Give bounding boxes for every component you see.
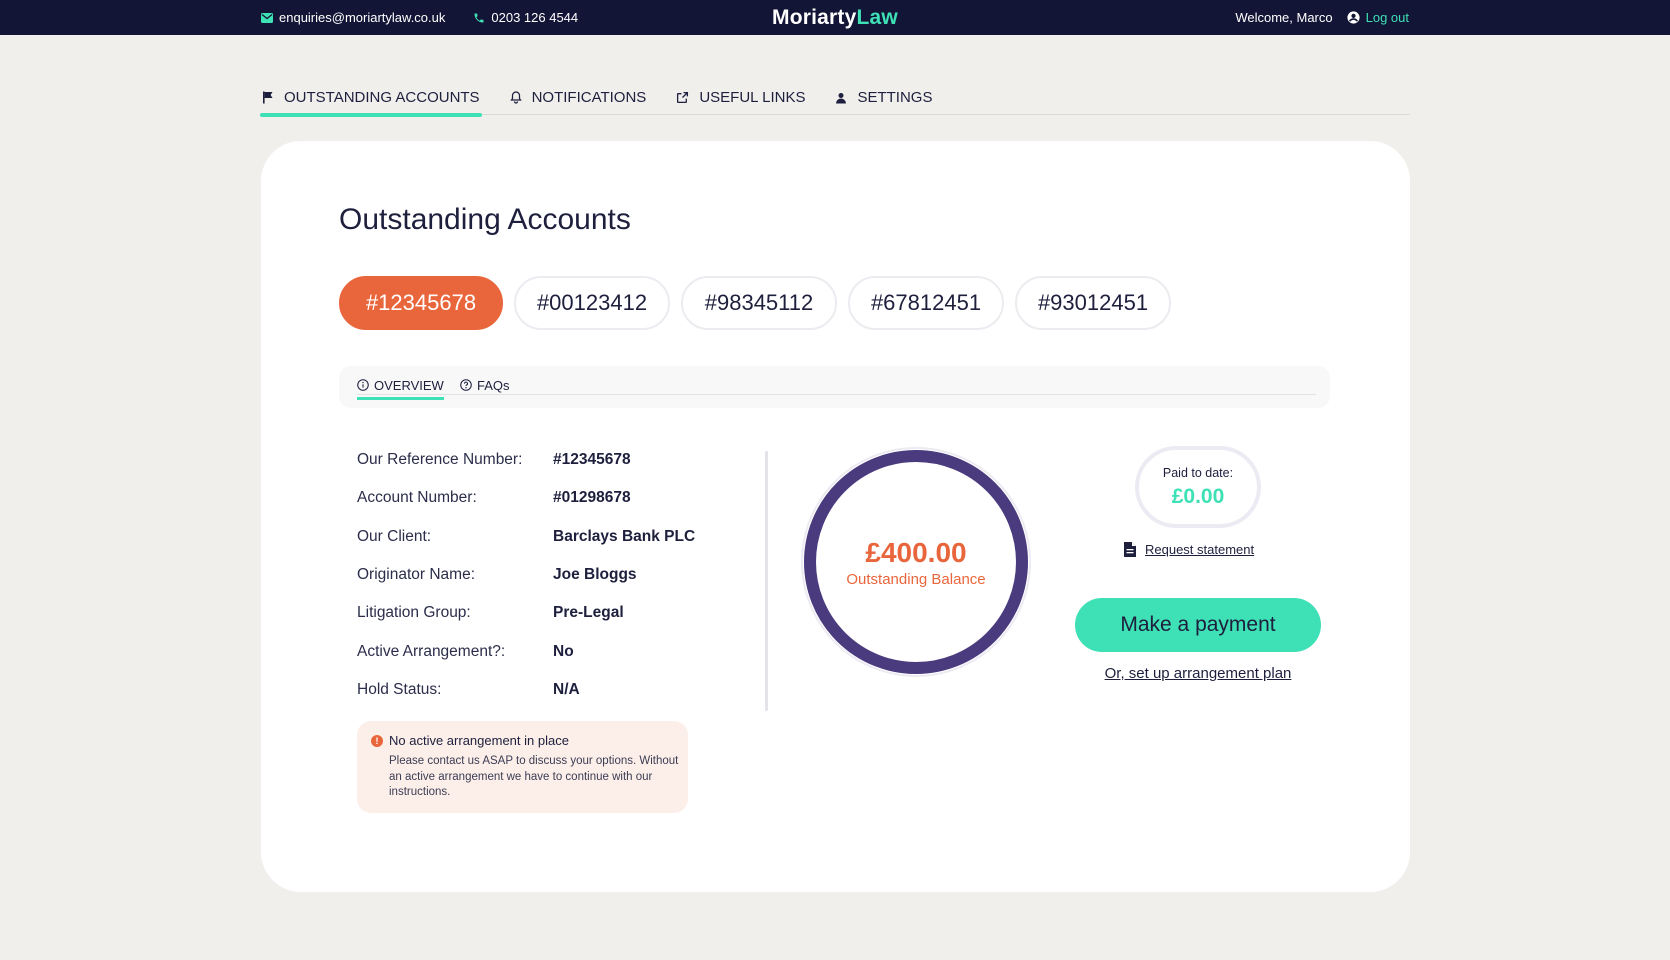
alert-icon: ! (371, 734, 383, 747)
paid-label: Paid to date: (1162, 465, 1234, 480)
flag-icon (262, 91, 274, 104)
paid-to-date-badge: Paid to date: £0.00 (1135, 446, 1261, 528)
detail-row: Our Reference Number: #12345678 (357, 441, 695, 479)
detail-row: Account Number: #01298678 (357, 479, 695, 517)
tab-useful-links[interactable]: USEFUL LINKS (674, 80, 807, 115)
account-tab-67812451[interactable]: #67812451 (848, 276, 1004, 330)
tab-label: USEFUL LINKS (699, 89, 806, 106)
detail-key: Hold Status: (357, 680, 442, 698)
outstanding-label: Outstanding Balance (846, 570, 986, 588)
request-statement-text: Request statement (1145, 542, 1255, 557)
detail-value: #12345678 (553, 451, 631, 469)
account-details: Our Reference Number: #12345678 Account N… (357, 441, 695, 709)
account-tab-93012451[interactable]: #93012451 (1015, 276, 1171, 330)
logo-accent: Law (856, 5, 898, 29)
arrangement-alert: ! No active arrangement in place Please … (357, 721, 688, 813)
detail-row: Litigation Group: Pre-Legal (357, 594, 695, 632)
page-title: Outstanding Accounts (339, 203, 631, 236)
account-tab-98345112[interactable]: #98345112 (681, 276, 837, 330)
sub-tabs: OVERVIEW FAQs (339, 366, 1330, 408)
subtab-overview[interactable]: OVERVIEW (357, 374, 444, 400)
user-icon (835, 92, 847, 104)
detail-key: Litigation Group: (357, 604, 471, 622)
subtab-label: FAQs (477, 377, 510, 393)
user-circle-icon (1347, 11, 1360, 24)
tab-notifications[interactable]: NOTIFICATIONS (508, 80, 649, 115)
main-nav: OUTSTANDING ACCOUNTS NOTIFICATIONS USEFU… (260, 80, 1410, 117)
detail-value: Joe Bloggs (553, 566, 637, 584)
logo-main: Moriarty (772, 5, 857, 29)
detail-row: Our Client: Barclays Bank PLC (357, 518, 695, 556)
subtab-label: OVERVIEW (374, 377, 444, 393)
paid-amount: £0.00 (1171, 484, 1225, 508)
detail-value: N/A (553, 680, 580, 698)
detail-key: Originator Name: (357, 566, 476, 584)
detail-value: Barclays Bank PLC (553, 527, 696, 545)
question-icon (460, 379, 472, 391)
outstanding-amount: £400.00 (865, 536, 967, 568)
detail-key: Our Reference Number: (357, 451, 523, 469)
subtab-faqs[interactable]: FAQs (460, 374, 510, 396)
alert-body: Please contact us ASAP to discuss your o… (389, 755, 679, 798)
alert-title: No active arrangement in place (389, 733, 569, 748)
detail-row: Active Arrangement?: No (357, 632, 695, 670)
detail-key: Active Arrangement?: (357, 642, 506, 660)
detail-value: #01298678 (553, 489, 631, 507)
alert-header: ! No active arrangement in place (371, 733, 674, 748)
tab-outstanding-accounts[interactable]: OUTSTANDING ACCOUNTS (260, 80, 482, 117)
accounts-card: Outstanding Accounts #12345678 #00123412… (261, 141, 1410, 892)
balance-ring: £400.00 Outstanding Balance (801, 447, 1031, 677)
top-bar: enquiries@moriartylaw.co.uk 0203 126 454… (0, 0, 1670, 35)
tab-label: OUTSTANDING ACCOUNTS (284, 89, 480, 106)
detail-key: Our Client: (357, 527, 432, 545)
detail-value: No (553, 642, 574, 660)
detail-row: Hold Status: N/A (357, 671, 695, 709)
detail-row: Originator Name: Joe Bloggs (357, 556, 695, 594)
make-payment-button[interactable]: Make a payment (1075, 598, 1321, 652)
arrangement-plan-link[interactable]: Or, set up arrangement plan (1075, 665, 1321, 682)
tab-label: SETTINGS (857, 89, 933, 106)
account-selector: #12345678 #00123412 #98345112 #67812451 … (339, 276, 1171, 330)
bell-icon (509, 91, 522, 104)
logout-link[interactable]: Log out (1347, 10, 1409, 25)
welcome-text: Welcome, Marco (1235, 10, 1333, 25)
account-tab-00123412[interactable]: #00123412 (514, 276, 670, 330)
request-statement-link[interactable]: Request statement (1123, 541, 1254, 558)
ring-text: £400.00 Outstanding Balance (801, 447, 1031, 677)
tab-settings[interactable]: SETTINGS (833, 80, 934, 115)
user-area: Welcome, Marco Log out (1235, 0, 1409, 35)
brand-logo[interactable]: Moriarty Law (0, 0, 1670, 35)
tab-label: NOTIFICATIONS (531, 89, 647, 106)
account-tab-12345678[interactable]: #12345678 (339, 276, 503, 330)
info-icon (357, 379, 369, 391)
document-icon (1123, 541, 1137, 558)
detail-key: Account Number: (357, 489, 477, 507)
external-link-icon (676, 91, 689, 104)
vertical-divider (765, 451, 768, 711)
logout-text: Log out (1365, 10, 1409, 25)
detail-value: Pre-Legal (553, 604, 624, 622)
